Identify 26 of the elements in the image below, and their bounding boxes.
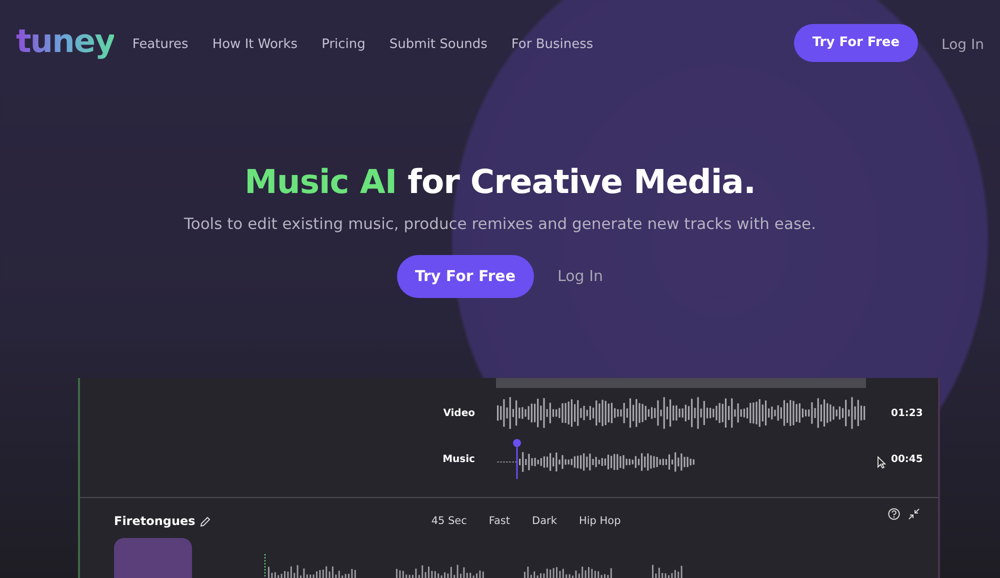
nav-link[interactable]: Submit Sounds — [389, 37, 488, 52]
try-for-free-button[interactable]: Try For Free — [794, 24, 918, 62]
headline: Music AI for Creative Media. — [244, 162, 756, 201]
track-time: 01:23 — [891, 408, 923, 418]
nav-link[interactable]: For Business — [511, 37, 594, 52]
nav-link[interactable]: How It Works — [212, 37, 298, 52]
subtitle: Tools to edit existing music, produce remixes and generate new tracks with ease. — [184, 214, 816, 233]
track-label: Music — [442, 454, 475, 464]
nav-link[interactable]: Features — [132, 37, 188, 52]
nav-link[interactable]: Pricing — [322, 37, 366, 52]
try-for-free-button[interactable]: Try For Free — [396, 254, 534, 298]
song-tag: Fast — [488, 515, 510, 527]
help-icon[interactable] — [888, 508, 900, 520]
waveform-icon — [264, 554, 684, 578]
track-time: 00:45 — [891, 454, 923, 464]
song-tag: 45 Sec — [431, 515, 467, 527]
collapse-icon[interactable] — [908, 508, 920, 520]
song-tag: Hip Hop — [578, 515, 621, 527]
song-tag: Dark — [532, 515, 557, 527]
cursor-icon — [877, 456, 886, 468]
login-link[interactable]: Log In — [942, 36, 984, 53]
track-label: Video — [442, 408, 475, 418]
pencil-icon[interactable] — [200, 516, 212, 526]
song-title: Firetongues — [114, 514, 196, 528]
waveform-icon — [497, 439, 697, 479]
login-link[interactable]: Log In — [558, 267, 604, 286]
